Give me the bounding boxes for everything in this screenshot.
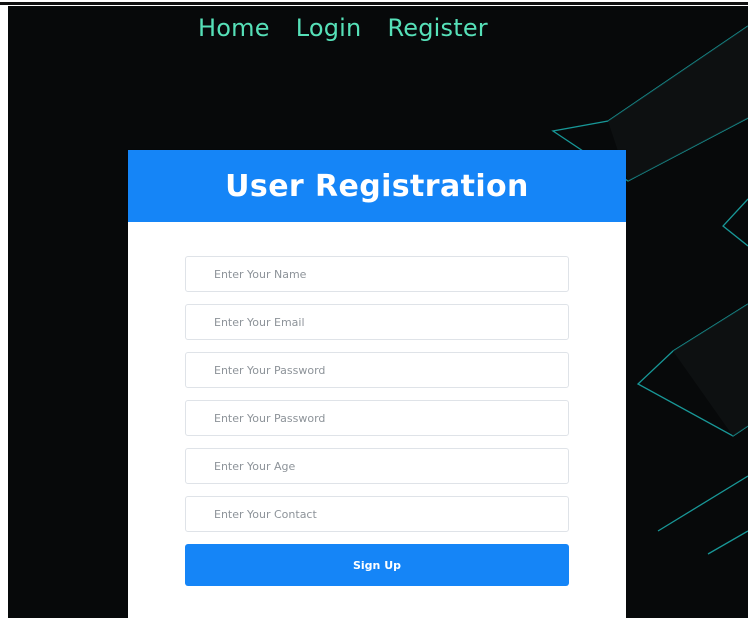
- page-background: Home Login Register User Registration Si…: [8, 6, 748, 618]
- contact-input[interactable]: [185, 496, 569, 532]
- top-navigation: Home Login Register: [198, 14, 488, 42]
- email-input[interactable]: [185, 304, 569, 340]
- nav-home-link[interactable]: Home: [198, 14, 270, 42]
- sign-up-button[interactable]: Sign Up: [185, 544, 569, 586]
- top-border: [0, 2, 748, 5]
- age-input[interactable]: [185, 448, 569, 484]
- registration-card-header: User Registration: [128, 150, 626, 222]
- name-input[interactable]: [185, 256, 569, 292]
- registration-title: User Registration: [225, 168, 529, 204]
- registration-card: User Registration Sign Up: [128, 150, 626, 618]
- registration-form: Sign Up: [185, 256, 569, 586]
- confirm-password-input[interactable]: [185, 400, 569, 436]
- nav-login-link[interactable]: Login: [296, 14, 362, 42]
- password-input[interactable]: [185, 352, 569, 388]
- screenshot-frame: Home Login Register User Registration Si…: [0, 0, 748, 622]
- nav-register-link[interactable]: Register: [387, 14, 487, 42]
